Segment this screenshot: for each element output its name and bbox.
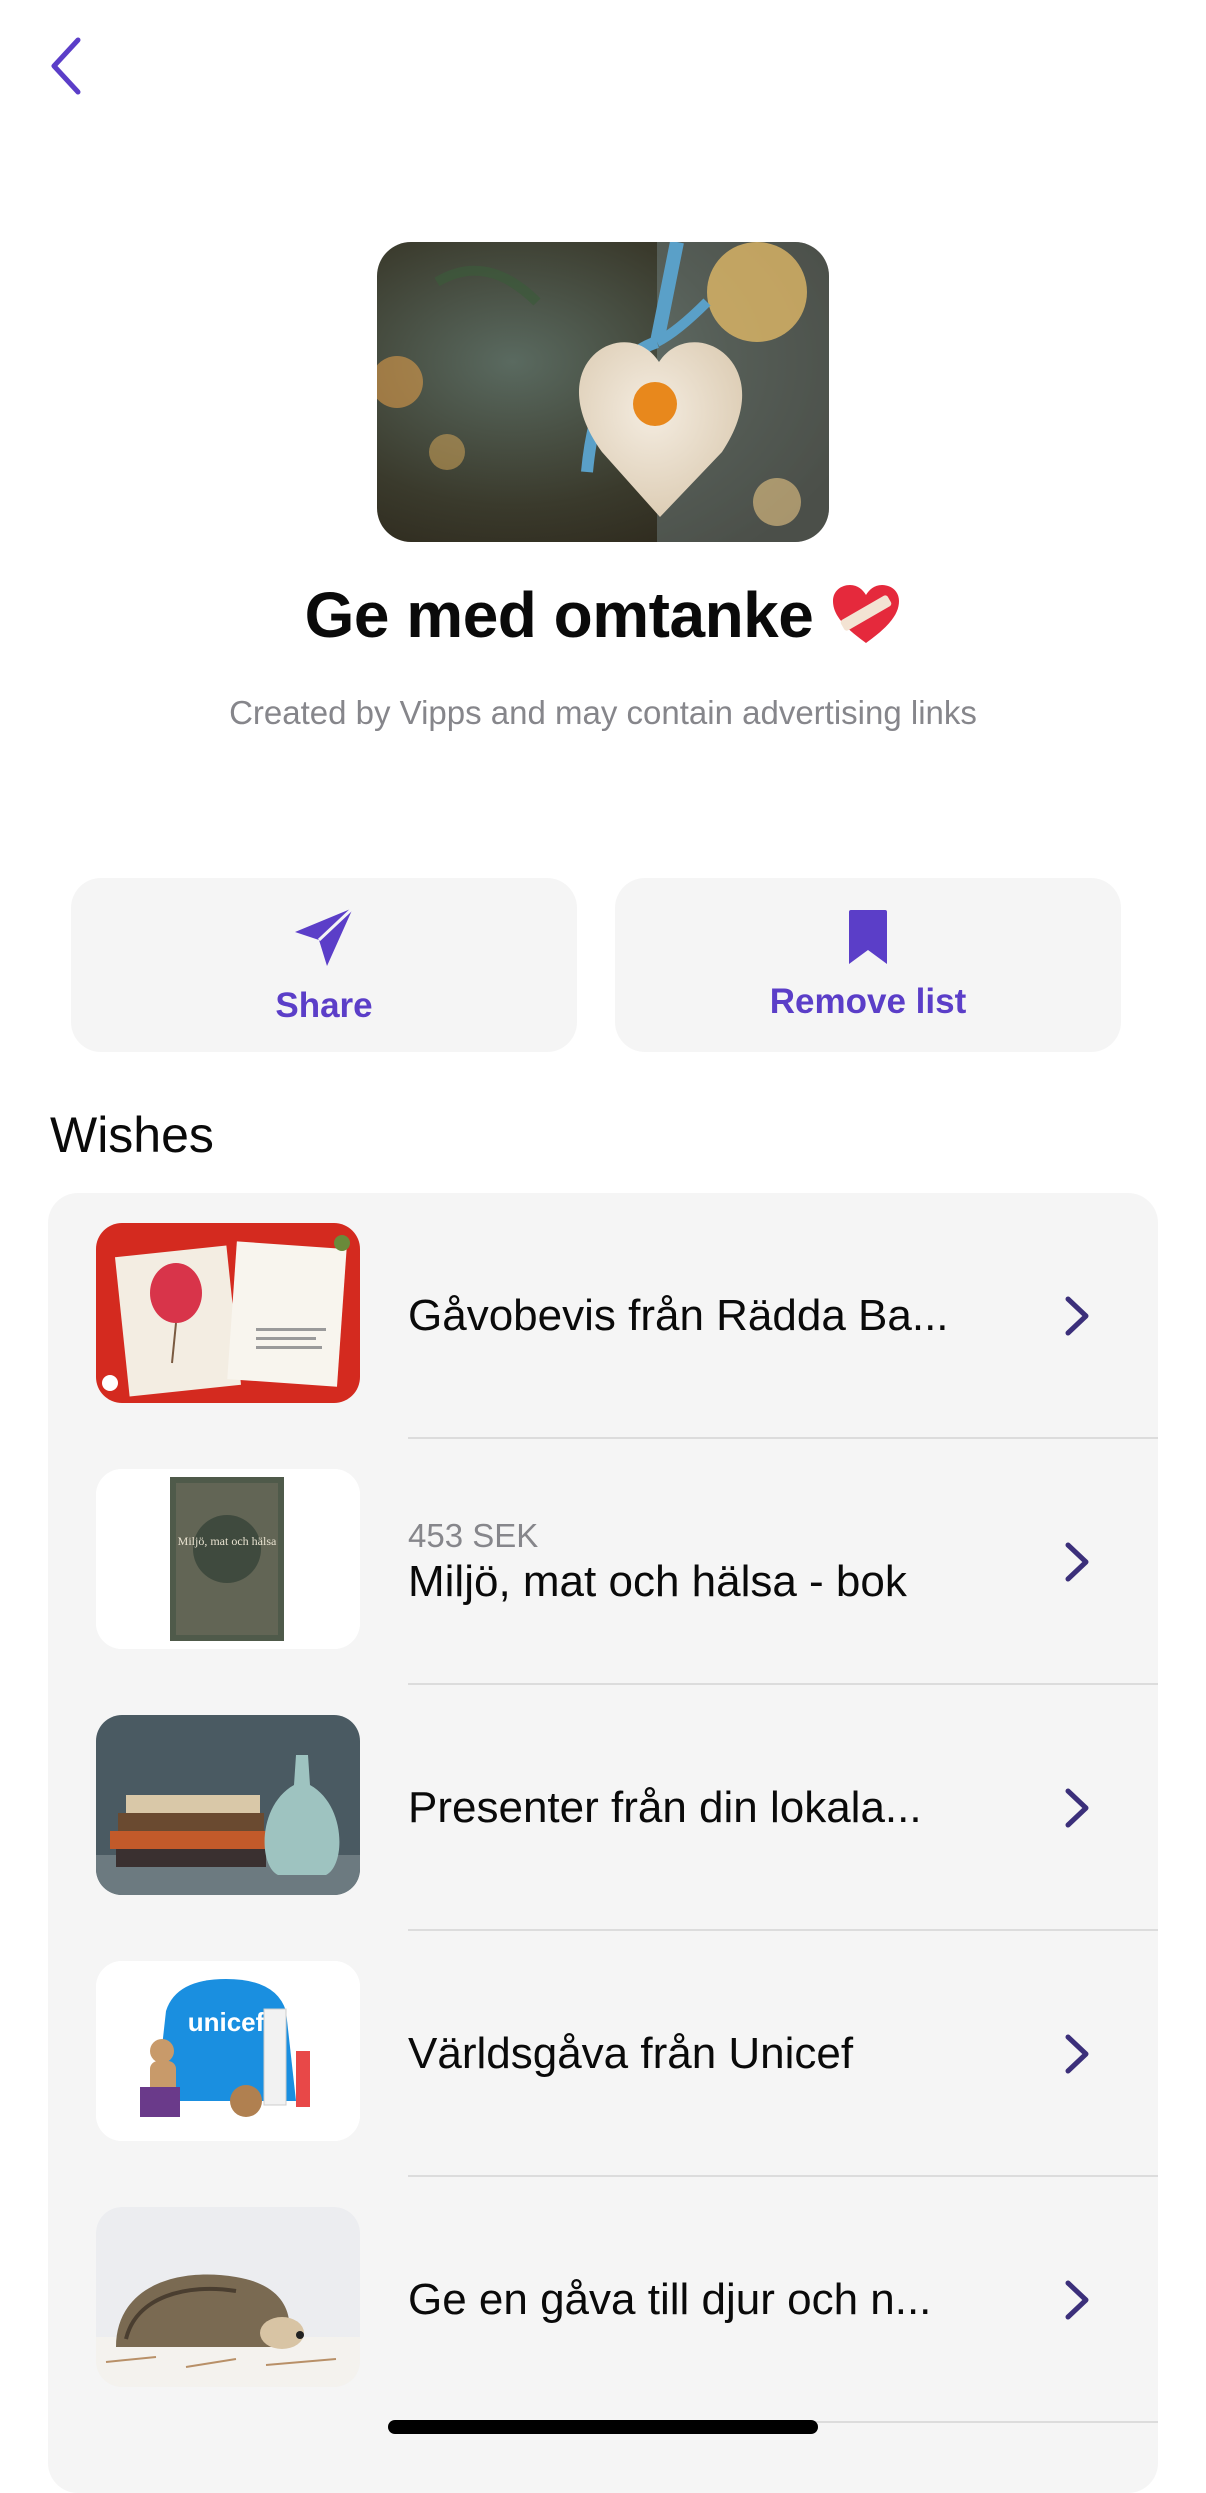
- wish-item[interactable]: Presenter från din lokala...: [48, 1685, 1158, 1931]
- wish-thumbnail: [96, 2207, 360, 2387]
- wish-thumbnail: unicef: [96, 1961, 360, 2141]
- list-cover-image: [377, 242, 829, 542]
- wishes-heading: Wishes: [50, 1107, 214, 1163]
- page-subtitle: Created by Vipps and may contain adverti…: [229, 694, 977, 731]
- wish-name: Miljö, mat och hälsa - bok: [408, 1557, 907, 1606]
- back-button[interactable]: [36, 30, 96, 102]
- wish-item[interactable]: Ge en gåva till djur och n...: [48, 2177, 1158, 2423]
- chevron-left-icon: [51, 37, 81, 95]
- home-indicator[interactable]: [388, 2420, 818, 2434]
- wish-item[interactable]: Miljö, mat och hälsa 453 SEK Miljö, mat …: [48, 1439, 1158, 1685]
- wish-item[interactable]: unicef Världsgåva från Unicef: [48, 1931, 1158, 2177]
- wish-name: Världsgåva från Unicef: [408, 2029, 854, 2078]
- chevron-right-icon: [1065, 2280, 1089, 2320]
- wish-thumbnail: [96, 1715, 360, 1895]
- remove-list-label: Remove list: [769, 982, 967, 1021]
- share-label: Share: [275, 986, 373, 1025]
- wish-thumbnail: [96, 1223, 360, 1403]
- bookmark-icon: [849, 910, 887, 964]
- remove-list-button[interactable]: Remove list: [615, 878, 1121, 1052]
- chevron-right-icon: [1065, 1542, 1089, 1582]
- unicef-logo-text: unicef: [188, 2007, 265, 2037]
- share-button[interactable]: Share: [71, 878, 577, 1052]
- page-title: Ge med omtanke: [0, 578, 1206, 652]
- mending-heart-icon: [833, 585, 900, 643]
- wish-item[interactable]: Gåvobevis från Rädda Ba...: [48, 1193, 1158, 1439]
- chevron-right-icon: [1065, 2034, 1089, 2074]
- chevron-right-icon: [1065, 1296, 1089, 1336]
- page-title-text: Ge med omtanke: [304, 579, 814, 651]
- wish-name: Ge en gåva till djur och n...: [408, 2275, 932, 2324]
- paper-plane-icon: [295, 906, 355, 966]
- wish-price: 453 SEK: [408, 1517, 539, 1554]
- wishes-list: Gåvobevis från Rädda Ba... Miljö, mat oc…: [48, 1193, 1158, 2493]
- wish-thumbnail: Miljö, mat och hälsa: [96, 1469, 360, 1649]
- wish-name: Presenter från din lokala...: [408, 1783, 922, 1832]
- book-cover-title: Miljö, mat och hälsa: [178, 1534, 277, 1548]
- wish-name: Gåvobevis från Rädda Ba...: [408, 1291, 949, 1340]
- chevron-right-icon: [1065, 1788, 1089, 1828]
